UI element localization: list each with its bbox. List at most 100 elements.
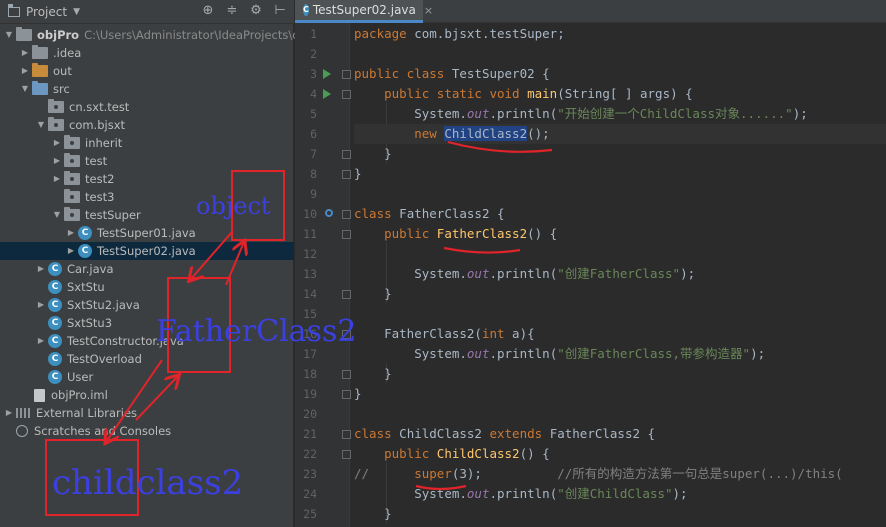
tree-item-testoverload[interactable]: C TestOverload [48, 350, 142, 368]
hide-icon[interactable]: ⊢ [272, 3, 288, 19]
gear-icon[interactable]: ⚙ [248, 3, 264, 19]
tree-item-label: objPro [37, 28, 80, 42]
tree-item-test[interactable]: ▶ test [52, 152, 107, 170]
code-line-5: System.out.println("开始创建一个ChildClass对象..… [414, 106, 808, 121]
chevron-right-icon[interactable]: ▶ [52, 152, 62, 170]
chevron-right-icon[interactable]: ▶ [36, 332, 46, 350]
folder-icon [32, 45, 48, 59]
tree-item-path: C:\Users\Administrator\IdeaProjects\objP… [84, 28, 329, 42]
tree-item-car[interactable]: ▶ C Car.java [36, 260, 114, 278]
tree-item-external-libraries[interactable]: ▶ External Libraries [4, 404, 137, 422]
code-line-25: } [384, 506, 392, 521]
class-icon: C [48, 280, 62, 294]
chevron-right-icon[interactable]: ▶ [20, 62, 30, 80]
chevron-right-icon[interactable]: ▶ [52, 170, 62, 188]
tree-item-user[interactable]: C User [48, 368, 93, 386]
line-number: 14 [303, 287, 317, 301]
chevron-right-icon[interactable]: ▶ [36, 296, 46, 314]
highlighted-usage[interactable]: ChildClass2 [444, 126, 528, 141]
code-line-19: } [354, 386, 362, 401]
project-view-selector[interactable]: Project [26, 5, 67, 19]
line-number: 5 [310, 107, 317, 121]
tree-item-testsuper02[interactable]: ▶ C TestSuper02.java [0, 242, 294, 260]
chevron-down-icon[interactable]: ▼ [52, 206, 62, 224]
chevron-down-icon[interactable]: ▼ [36, 116, 46, 134]
subclass-marker-icon[interactable] [325, 209, 333, 217]
fold-icon[interactable] [342, 430, 351, 439]
fold-icon[interactable] [342, 370, 351, 379]
fold-icon[interactable] [342, 150, 351, 159]
tree-item-scratches[interactable]: Scratches and Consoles [16, 422, 171, 440]
tree-item-objpro-iml[interactable]: objPro.iml [34, 386, 108, 404]
code-line-13: System.out.println("创建FatherClass"); [414, 266, 696, 281]
line-number: 11 [303, 227, 317, 241]
tree-item-idea[interactable]: ▶ .idea [20, 44, 81, 62]
fold-icon[interactable] [342, 170, 351, 179]
line-number: 6 [310, 127, 317, 141]
package-icon [64, 153, 80, 167]
tree-item-src[interactable]: ▼ src [20, 80, 70, 98]
class-icon: C [48, 352, 62, 366]
run-class-icon[interactable] [323, 69, 331, 79]
tree-item-test3[interactable]: test3 [64, 188, 114, 206]
tree-item-testconstructor[interactable]: ▶ C TestConstructor.java [36, 332, 184, 350]
tree-item-label: com.bjsxt [69, 118, 126, 132]
line-number: 1 [310, 27, 317, 41]
line-number: 9 [310, 187, 317, 201]
tree-item-com-bjsxt[interactable]: ▼ com.bjsxt [36, 116, 125, 134]
tab-label: TestSuper02.java [312, 3, 416, 17]
tree-item-label: test [85, 154, 108, 168]
code-line-18: } [384, 366, 392, 381]
tree-item-cn-sxt-test[interactable]: cn.sxt.test [48, 98, 129, 116]
tree-item-inherit[interactable]: ▶ inherit [52, 134, 122, 152]
line-number: 12 [303, 247, 317, 261]
source-folder-icon [32, 81, 48, 95]
fold-icon[interactable] [342, 70, 351, 79]
chevron-down-icon[interactable]: ▼ [20, 80, 30, 98]
chevron-right-icon[interactable]: ▶ [52, 134, 62, 152]
tree-item-label: .idea [53, 46, 82, 60]
tree-item-sxtstu[interactable]: C SxtStu [48, 278, 105, 296]
target-icon[interactable]: ⊕ [200, 3, 216, 19]
line-number: 13 [303, 267, 317, 281]
code-editor: C TestSuper02.java × 1 2 3 4 5 6 7 8 9 1… [295, 0, 886, 527]
library-icon [16, 408, 30, 418]
chevron-right-icon[interactable]: ▶ [66, 242, 76, 260]
tree-item-test2[interactable]: ▶ test2 [52, 170, 114, 188]
tree-item-label: src [53, 82, 70, 96]
package-icon [64, 171, 80, 185]
code-line-7: } [384, 146, 392, 161]
fold-icon[interactable] [342, 210, 351, 219]
tree-item-out[interactable]: ▶ out [20, 62, 72, 80]
tree-item-objpro[interactable]: ▼ objPro C:\Users\Administrator\IdeaProj… [4, 26, 328, 44]
chevron-right-icon[interactable]: ▶ [66, 224, 76, 242]
fold-icon[interactable] [342, 290, 351, 299]
chevron-down-icon[interactable]: ▼ [73, 7, 80, 17]
collapse-icon[interactable]: ≑ [224, 3, 240, 19]
chevron-right-icon[interactable]: ▶ [36, 260, 46, 278]
line-number: 18 [303, 367, 317, 381]
tree-item-sxtstu3[interactable]: C SxtStu3 [48, 314, 112, 332]
fold-icon[interactable] [342, 90, 351, 99]
tree-item-testsuper01[interactable]: ▶ C TestSuper01.java [66, 224, 196, 242]
chevron-right-icon[interactable]: ▶ [4, 404, 14, 422]
fold-icon[interactable] [342, 330, 351, 339]
tree-item-label: cn.sxt.test [69, 100, 130, 114]
editor-gutter: 1 2 3 4 5 6 7 8 9 10 11 12 13 14 15 16 1… [295, 23, 351, 527]
tree-item-sxtstu2[interactable]: ▶ C SxtStu2.java [36, 296, 140, 314]
fold-icon[interactable] [342, 390, 351, 399]
fold-icon[interactable] [342, 450, 351, 459]
tree-item-testsuper[interactable]: ▼ testSuper [52, 206, 141, 224]
chevron-right-icon[interactable]: ▶ [20, 44, 30, 62]
code-line-3: public class TestSuper02 { [354, 66, 550, 81]
run-main-icon[interactable] [323, 89, 331, 99]
line-number: 21 [303, 427, 317, 441]
chevron-down-icon[interactable]: ▼ [4, 26, 14, 44]
code-line-22: public ChildClass2() { [384, 446, 550, 461]
close-icon[interactable]: × [424, 4, 433, 17]
class-icon: C [48, 298, 62, 312]
fold-icon[interactable] [342, 230, 351, 239]
tree-item-label: SxtStu3 [67, 316, 113, 330]
line-number: 24 [303, 487, 317, 501]
tab-testsuper02[interactable]: C TestSuper02.java × [295, 0, 433, 23]
